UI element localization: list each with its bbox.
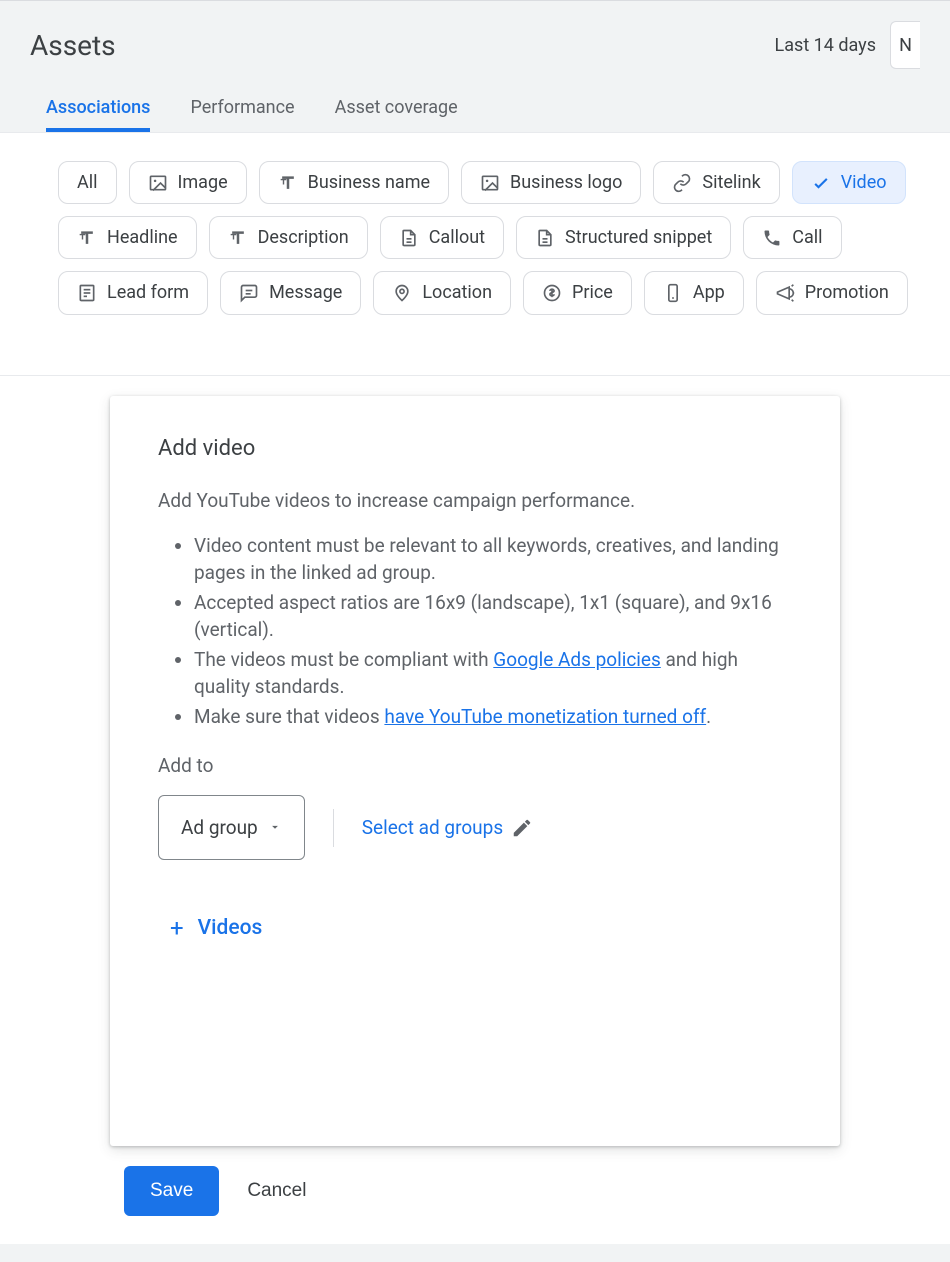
chip-business-logo[interactable]: Business logo (461, 161, 641, 204)
phone-icon (762, 228, 782, 248)
chip-location[interactable]: Location (373, 271, 511, 314)
chip-sitelink[interactable]: Sitelink (653, 161, 779, 204)
chip-promotion[interactable]: Promotion (756, 271, 908, 314)
chip-price[interactable]: Price (523, 271, 632, 314)
price-icon (542, 283, 562, 303)
card-title: Add video (158, 436, 792, 461)
add-videos-button[interactable]: + Videos (170, 914, 262, 942)
chip-label: App (693, 280, 725, 305)
chip-label: Business name (308, 170, 430, 195)
cancel-button[interactable]: Cancel (247, 1180, 306, 1202)
chip-callout[interactable]: Callout (380, 216, 504, 259)
chip-label: Image (178, 170, 228, 195)
select-ad-groups-link[interactable]: Select ad groups (362, 816, 533, 839)
check-icon (811, 173, 831, 193)
image-icon (148, 173, 168, 193)
requirement-item: Make sure that videos have YouTube monet… (194, 703, 792, 731)
chip-message[interactable]: Message (220, 271, 361, 314)
chip-all[interactable]: All (58, 161, 117, 204)
add-videos-label: Videos (198, 916, 263, 940)
tabs: Associations Performance Asset coverage (0, 79, 950, 132)
tab-associations[interactable]: Associations (46, 97, 150, 132)
add-video-card: Add video Add YouTube videos to increase… (110, 396, 840, 1146)
chip-lead-form[interactable]: Lead form (58, 271, 208, 314)
requirement-item: Video content must be relevant to all ke… (194, 532, 792, 587)
document-icon (535, 228, 555, 248)
tab-asset-coverage[interactable]: Asset coverage (335, 97, 458, 132)
chip-label: Headline (107, 225, 178, 250)
chip-label: Sitelink (702, 170, 760, 195)
save-button[interactable]: Save (124, 1166, 219, 1216)
page-title: Assets (30, 29, 116, 62)
chip-image[interactable]: Image (129, 161, 247, 204)
vertical-divider (333, 809, 334, 847)
image-icon (480, 173, 500, 193)
chip-label: Business logo (510, 170, 622, 195)
requirement-item: The videos must be compliant with Google… (194, 646, 792, 701)
chip-video[interactable]: Video (792, 161, 906, 204)
asset-type-chips: All Image Business name Business logo Siteli… (58, 161, 920, 315)
chip-call[interactable]: Call (743, 216, 841, 259)
text-format-icon (228, 228, 248, 248)
chip-app[interactable]: App (644, 271, 744, 314)
chip-label: Description (258, 225, 349, 250)
chip-label: Location (422, 280, 492, 305)
chip-label: Lead form (107, 280, 189, 305)
text-format-icon (278, 173, 298, 193)
date-next-truncated[interactable]: N (890, 21, 920, 69)
chip-label: Promotion (805, 280, 889, 305)
caret-down-icon (268, 816, 282, 839)
message-icon (239, 283, 259, 303)
policy-link[interactable]: Google Ads policies (493, 648, 661, 671)
chip-label: Call (792, 225, 822, 250)
form-icon (77, 283, 97, 303)
chip-label: Callout (429, 225, 485, 250)
chip-label: Structured snippet (565, 225, 712, 250)
promotion-icon (775, 283, 795, 303)
date-range-label[interactable]: Last 14 days (775, 35, 876, 56)
chip-structured-snippet[interactable]: Structured snippet (516, 216, 731, 259)
add-to-select-value: Ad group (181, 816, 258, 839)
chip-label: All (77, 170, 98, 195)
location-icon (392, 283, 412, 303)
chip-label: Video (841, 170, 887, 195)
chip-label: Message (269, 280, 342, 305)
chip-description[interactable]: Description (209, 216, 368, 259)
policy-link[interactable]: have YouTube monetization turned off (384, 705, 706, 728)
card-intro: Add YouTube videos to increase campaign … (158, 489, 792, 512)
chip-label: Price (572, 280, 613, 305)
app-icon (663, 283, 683, 303)
chip-headline[interactable]: Headline (58, 216, 197, 259)
requirement-item: Accepted aspect ratios are 16x9 (landsca… (194, 589, 792, 644)
add-to-select[interactable]: Ad group (158, 795, 305, 860)
plus-icon: + (170, 914, 184, 942)
pencil-icon (511, 817, 533, 839)
document-icon (399, 228, 419, 248)
tab-performance[interactable]: Performance (190, 97, 294, 132)
add-to-label: Add to (158, 754, 792, 777)
chip-business-name[interactable]: Business name (259, 161, 449, 204)
link-icon (672, 173, 692, 193)
requirements-list: Video content must be relevant to all ke… (158, 532, 792, 731)
select-ad-groups-text: Select ad groups (362, 816, 503, 839)
text-format-icon (77, 228, 97, 248)
